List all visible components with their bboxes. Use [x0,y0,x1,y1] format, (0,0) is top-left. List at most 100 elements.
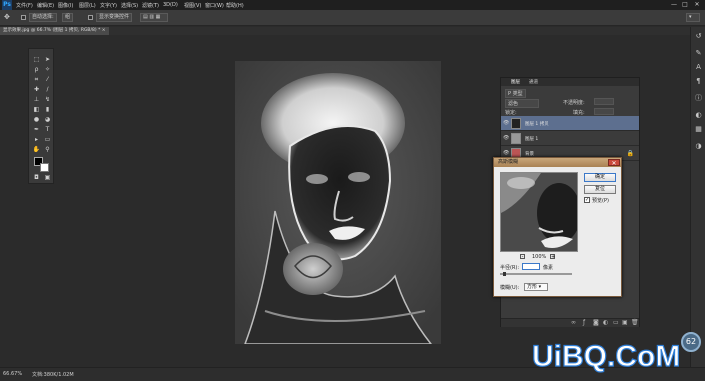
color-icon[interactable]: ◐ [694,111,703,120]
menu-select[interactable]: 选择(S) [121,2,138,9]
zoom-in-icon[interactable]: + [550,254,555,260]
mode-label: 模糊(U): [500,285,520,291]
transform-controls-checkbox[interactable] [88,15,93,20]
dialog-close-icon[interactable]: ✕ [608,159,620,167]
watermark: UiBQ.CoM [531,339,681,373]
swatches-icon[interactable]: ▦ [694,125,703,134]
tab-layers[interactable]: 图层 [511,79,520,85]
opacity-field[interactable] [594,98,614,105]
move-tool-icon[interactable]: ✥ [4,13,10,21]
menu-window[interactable]: 窗口(W) [205,2,224,9]
zoom-level[interactable]: 66.67% [3,371,22,377]
dodge-tool-icon[interactable]: ◕ [42,115,53,125]
zoom-tool-icon[interactable]: ⚲ [42,145,53,155]
menu-file[interactable]: 文件(F) [16,2,33,9]
crop-tool-icon[interactable]: ⌗ [31,75,42,85]
type-tool-icon[interactable]: T [42,125,53,135]
menu-help[interactable]: 帮助(H) [226,2,244,9]
document-tab-close-icon[interactable]: × [102,28,106,33]
clone-stamp-icon[interactable]: ⊥ [31,95,42,105]
mode-select[interactable]: 方形 ▾ [524,283,548,291]
new-group-icon[interactable]: ▭ [613,319,619,326]
auto-select-dropdown[interactable]: 组 [62,13,74,22]
link-layers-icon[interactable]: ∞ [571,319,576,326]
document-canvas[interactable] [235,61,441,344]
reset-button[interactable]: 复位 [584,185,616,194]
paragraph-icon[interactable]: ¶ [694,77,703,86]
kind-filter[interactable]: P 类型 [505,89,526,98]
auto-select-checkbox[interactable] [21,15,26,20]
menu-image[interactable]: 图像(I) [58,2,73,9]
options-bar: ✥ 自动选择: 组 显示变换控件 ▤ ▥ ▦ ▾ [0,10,705,26]
preview-label: 预览(P) [592,198,609,204]
radius-slider-thumb[interactable] [503,272,506,276]
delete-layer-icon[interactable]: 🗑 [631,319,639,326]
screen-mode-icon[interactable]: ▣ [42,173,53,183]
minimize-icon[interactable]: — [670,1,678,9]
tab-channels[interactable]: 通道 [529,79,538,85]
blur-tool-icon[interactable]: ● [31,115,42,125]
menu-bar: Ps 文件(F) 编辑(E) 图像(I) 图层(L) 文字(Y) 选择(S) 滤… [0,0,705,10]
adjustment-layer-icon[interactable]: ◐ [603,319,608,326]
document-tab[interactable]: 显示效果.jpg @ 66.7% (图层 1 拷贝, RGB/8) * × [0,27,109,35]
layer-style-icon[interactable]: ƒ [583,319,585,326]
blend-mode-select[interactable]: 滤色 [505,99,539,108]
history-brush-icon[interactable]: ↯ [42,95,53,105]
eyedropper-icon[interactable]: ⁄ [42,75,53,85]
adjustments-icon[interactable]: ◑ [694,142,703,151]
menu-filter[interactable]: 滤镜(T) [142,2,159,9]
fill-field[interactable] [594,108,614,115]
workspace-switcher[interactable]: ▾ [686,13,700,22]
eraser-icon[interactable]: ◧ [31,105,42,115]
layer-row[interactable]: 👁 图层 1 [501,131,639,146]
move-tool-icon[interactable]: ➤ [42,55,53,65]
zoom-out-icon[interactable]: - [520,254,525,260]
visibility-icon[interactable]: 👁 [503,121,509,126]
lock-icon: 🔒 [626,150,634,157]
hand-tool-icon[interactable]: ✋ [31,145,42,155]
lasso-tool-icon[interactable]: ρ [31,65,42,75]
layer-name: 图层 1 拷贝 [525,122,549,127]
tools-panel: ⬚ ➤ ρ ✧ ⌗ ⁄ ✚ ∕ ⊥ ↯ ◧ ▮ ● ◕ ✒ T ▸ ▭ ✋ ⚲ … [28,48,54,184]
quick-select-icon[interactable]: ✧ [42,65,53,75]
healing-brush-icon[interactable]: ✚ [31,85,42,95]
add-mask-icon[interactable]: ◙ [593,319,599,326]
shape-tool-icon[interactable]: ▭ [42,135,53,145]
preview-image [501,173,577,251]
radius-slider[interactable] [500,273,572,275]
radius-input[interactable] [522,263,540,270]
background-color-swatch[interactable] [40,163,49,172]
menu-view[interactable]: 视图(V) [184,2,201,9]
maximize-icon[interactable]: □ [681,1,689,9]
menu-edit[interactable]: 编辑(E) [37,2,54,9]
opacity-label: 不透明度: [563,100,585,106]
pen-tool-icon[interactable]: ✒ [31,125,42,135]
layer-thumbnail [511,118,521,129]
transform-controls-label: 显示变换控件 [96,13,133,22]
brush-preset-icon[interactable]: ✎ [694,49,703,58]
align-buttons[interactable]: ▤ ▥ ▦ [140,13,168,22]
marquee-tool-icon[interactable]: ⬚ [31,55,42,65]
dialog-preview[interactable] [500,172,578,252]
history-icon[interactable]: ↺ [694,32,703,41]
menu-type[interactable]: 文字(Y) [100,2,117,9]
quick-mask-icon[interactable]: ◘ [31,173,42,183]
portrait-image [235,61,441,344]
radius-label: 半径(R): [500,265,520,271]
character-icon[interactable]: A [694,63,703,72]
menu-3d[interactable]: 3D(D) [163,2,178,8]
path-select-icon[interactable]: ▸ [31,135,42,145]
gradient-tool-icon[interactable]: ▮ [42,105,53,115]
close-icon[interactable]: ✕ [693,1,701,9]
visibility-icon[interactable]: 👁 [503,136,509,141]
visibility-icon[interactable]: 👁 [503,151,509,156]
layer-name: 图层 1 [525,137,539,142]
ok-button[interactable]: 确定 [584,173,616,182]
preview-zoom-value: 100% [532,254,547,260]
menu-layer[interactable]: 图层(L) [79,2,96,9]
new-layer-icon[interactable]: ▣ [622,319,628,326]
info-icon[interactable]: ⓘ [694,94,703,103]
layer-row[interactable]: 👁 图层 1 拷贝 [501,116,639,131]
brush-tool-icon[interactable]: ∕ [42,85,53,95]
preview-checkbox[interactable]: ✓ [584,197,590,203]
